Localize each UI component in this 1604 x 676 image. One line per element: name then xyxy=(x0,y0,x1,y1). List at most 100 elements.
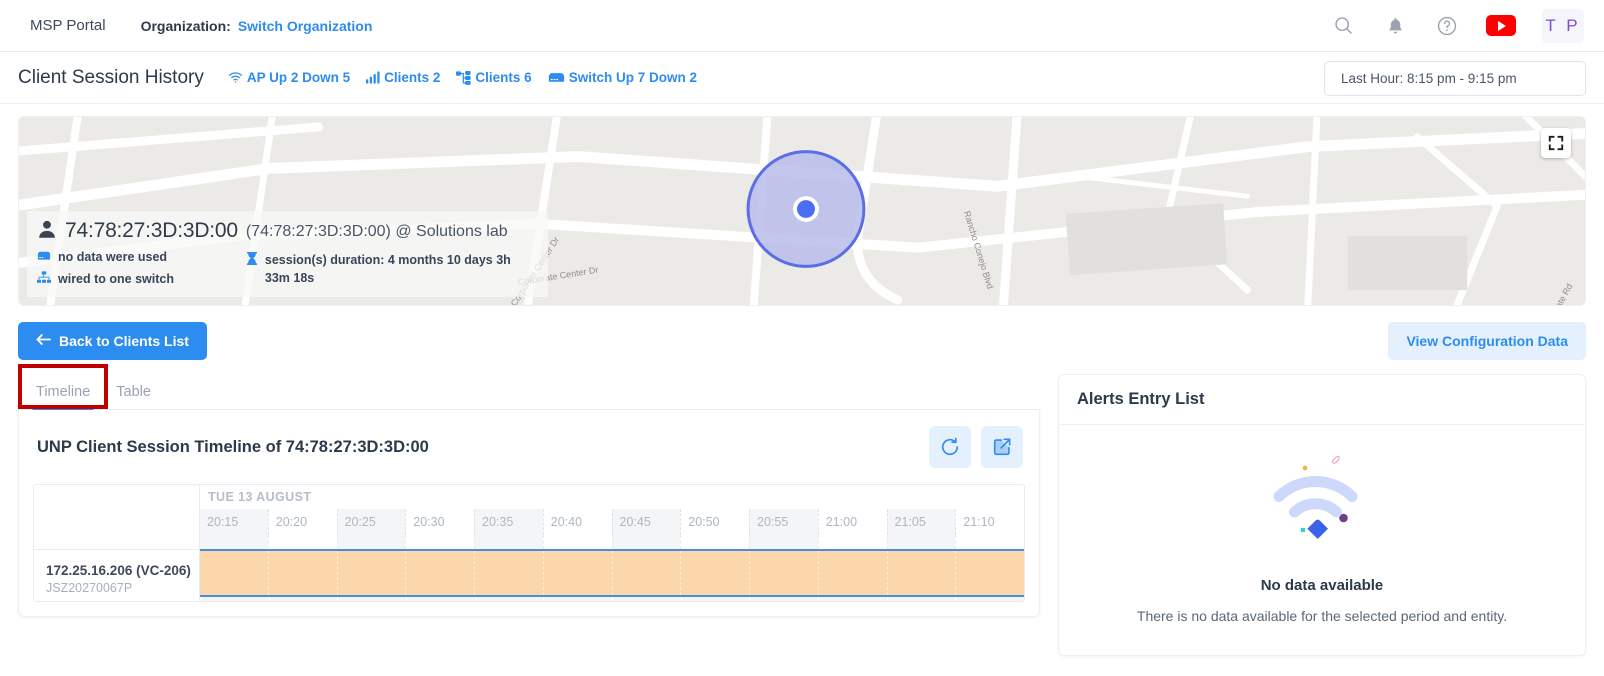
timeline-bar-gridline xyxy=(749,551,818,595)
timeline-bar-gridline xyxy=(680,551,749,595)
bars-icon xyxy=(366,71,380,84)
alerts-empty-title: No data available xyxy=(1261,577,1384,594)
status-ap-label: AP Up 2 Down 5 xyxy=(247,70,350,85)
timeline-row-bar-area xyxy=(200,549,1024,601)
client-mac-address: 74:78:27:3D:3D:00 xyxy=(65,219,238,243)
arrow-left-icon xyxy=(36,333,51,349)
bell-icon[interactable] xyxy=(1382,13,1408,39)
status-ap[interactable]: AP Up 2 Down 5 xyxy=(228,70,350,85)
timeline-tick-20-15: 20:15 xyxy=(200,509,268,535)
topbar-actions: T P xyxy=(1330,9,1584,43)
timeline-column: Timeline Table UNP Client Session Timeli… xyxy=(18,374,1040,617)
client-duration-label: session(s) duration: 4 months 10 days 3h… xyxy=(265,251,536,287)
timeline-foot-cell xyxy=(818,597,887,601)
timeline-gap-cell xyxy=(887,535,956,549)
tab-timeline[interactable]: Timeline xyxy=(36,384,90,409)
timeline-card-title: UNP Client Session Timeline of 74:78:27:… xyxy=(37,438,429,457)
status-wired-clients[interactable]: Clients 6 xyxy=(456,70,531,85)
timeline-row-serial: JSZ20270067P xyxy=(46,581,199,595)
timeline-row-label: 172.25.16.206 (VC-206) JSZ20270067P xyxy=(34,549,199,601)
timeline-foot-cell xyxy=(681,597,750,601)
view-configuration-data-button[interactable]: View Configuration Data xyxy=(1388,322,1586,360)
timeline-bar-gridline xyxy=(543,551,612,595)
status-wireless-clients[interactable]: Clients 2 xyxy=(366,70,440,85)
timeline-time-axis: TUE 13 AUGUST 20:1520:2020:2520:3020:352… xyxy=(200,485,1024,549)
client-connection-label: wired to one switch xyxy=(58,272,174,286)
client-connection-row: wired to one switch xyxy=(37,271,238,287)
client-duration-row: session(s) duration: 4 months 10 days 3h… xyxy=(246,251,536,287)
wifi-no-data-icon xyxy=(1258,450,1386,573)
timeline-bar-gridlines xyxy=(200,551,1024,595)
search-icon[interactable] xyxy=(1330,13,1356,39)
client-data-usage-label: no data were used xyxy=(58,250,167,264)
timeline-tick-21-05: 21:05 xyxy=(887,509,956,535)
status-switch[interactable]: Switch Up 7 Down 2 xyxy=(548,70,697,85)
timeline-foot-cell xyxy=(337,597,406,601)
network-icon xyxy=(37,271,51,287)
timeline-footer-ticks xyxy=(200,597,1024,601)
timeline-label-spacer-2 xyxy=(34,509,199,535)
person-icon xyxy=(37,219,57,244)
switch-icon xyxy=(548,71,565,84)
tab-table[interactable]: Table xyxy=(116,384,151,409)
timeline-tick-21-00: 21:00 xyxy=(818,509,887,535)
alerts-entry-list-panel: Alerts Entry List No data available Ther… xyxy=(1058,374,1586,656)
timeline-foot-cell xyxy=(612,597,681,601)
table-row[interactable]: 172.25.16.206 (VC-206) JSZ20270067P xyxy=(34,549,1024,601)
page-header: Client Session History AP Up 2 Down 5 Cl… xyxy=(0,52,1604,104)
refresh-icon[interactable] xyxy=(929,426,971,468)
help-icon[interactable] xyxy=(1434,13,1460,39)
alerts-column: Alerts Entry List No data available Ther… xyxy=(1058,374,1586,656)
timeline-foot-cell xyxy=(200,597,269,601)
avatar[interactable]: T P xyxy=(1542,9,1584,43)
map-location-marker xyxy=(748,152,864,267)
timeline-bar-gridline xyxy=(405,551,474,595)
timeline-foot-cell xyxy=(887,597,956,601)
back-to-clients-list-button[interactable]: Back to Clients List xyxy=(18,322,207,360)
timeline-row-ip: 172.25.16.206 (VC-206) xyxy=(46,563,199,578)
timeline-gap-cell xyxy=(543,535,612,549)
client-info-secondary: (74:78:27:3D:3D:00) @ Solutions lab sess… xyxy=(246,219,536,287)
fullscreen-icon[interactable] xyxy=(1541,128,1571,158)
timeline-gap-cell xyxy=(955,535,1024,549)
alerts-panel-title: Alerts Entry List xyxy=(1059,375,1585,425)
timeline-grid[interactable]: . TUE 13 AUGUST 20:1520:2020:2520:3020:3… xyxy=(33,484,1025,602)
client-info-primary: 74:78:27:3D:3D:00 no data were used xyxy=(37,219,238,287)
timeline-bar-gridline xyxy=(200,551,268,595)
app-brand: MSP Portal xyxy=(30,17,106,34)
timeline-bar-gridline xyxy=(818,551,887,595)
network-icon xyxy=(456,71,471,85)
timeline-bar-gridline xyxy=(887,551,956,595)
location-map[interactable]: Corporate Center Dr Corporate Center Dr … xyxy=(18,116,1586,306)
main-content: Timeline Table UNP Client Session Timeli… xyxy=(18,374,1586,656)
timeline-session-bar[interactable] xyxy=(200,551,1024,595)
open-external-icon[interactable] xyxy=(981,426,1023,468)
timeline-foot-cell xyxy=(269,597,338,601)
timeline-gap-cell xyxy=(337,535,406,549)
wifi-icon xyxy=(228,71,243,84)
timeline-bar-gridline xyxy=(268,551,337,595)
timeline-tick-20-50: 20:50 xyxy=(680,509,749,535)
status-switch-label: Switch Up 7 Down 2 xyxy=(569,70,697,85)
hourglass-icon xyxy=(246,252,258,271)
timeline-gap-cell xyxy=(474,535,543,549)
timeline-gap-cell xyxy=(612,535,681,549)
client-mac-row: 74:78:27:3D:3D:00 xyxy=(37,219,238,244)
timeline-gap-cell xyxy=(749,535,818,549)
timeline-foot-cell xyxy=(406,597,475,601)
timeline-gap-cell xyxy=(680,535,749,549)
timeline-label-column-header: . xyxy=(34,485,200,549)
time-range-selector[interactable]: Last Hour: 8:15 pm - 9:15 pm xyxy=(1324,61,1586,96)
timeline-tick-20-30: 20:30 xyxy=(405,509,474,535)
switch-organization-link[interactable]: Switch Organization xyxy=(238,18,373,34)
youtube-icon[interactable] xyxy=(1486,15,1516,36)
timeline-foot-cell xyxy=(749,597,818,601)
timeline-gap-cell xyxy=(818,535,887,549)
alerts-empty-subtitle: There is no data available for the selec… xyxy=(1137,608,1507,624)
status-wired-clients-label: Clients 6 xyxy=(475,70,531,85)
timeline-header-row: . TUE 13 AUGUST 20:1520:2020:2520:3020:3… xyxy=(34,485,1024,549)
page-title: Client Session History xyxy=(18,67,204,89)
timeline-tick-21-10: 21:10 xyxy=(955,509,1024,535)
timeline-row-label-cell: 172.25.16.206 (VC-206) JSZ20270067P xyxy=(34,549,200,601)
timeline-foot-cell xyxy=(475,597,544,601)
